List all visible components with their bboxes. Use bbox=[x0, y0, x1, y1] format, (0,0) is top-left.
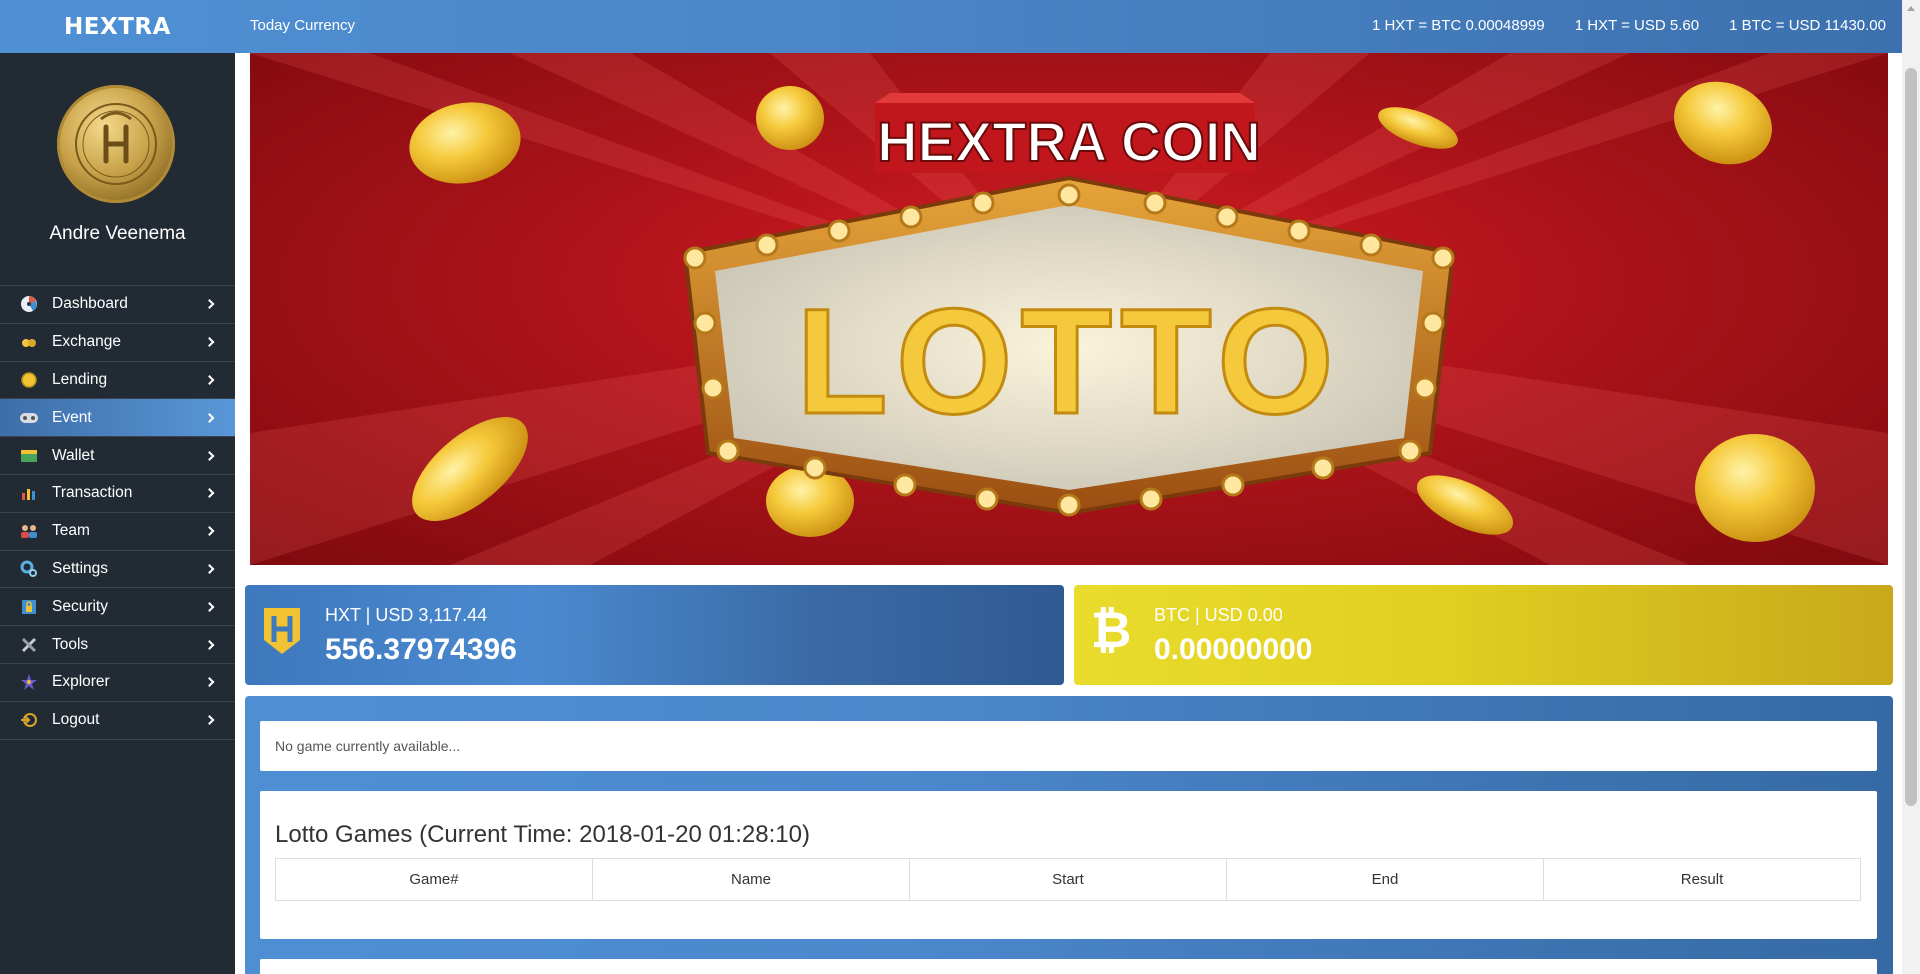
sidebar-item-label: Dashboard bbox=[52, 295, 128, 313]
hxt-balance-card[interactable]: HXT | USD 3,117.44 556.37974396 bbox=[245, 585, 1064, 685]
column-game-number[interactable]: Game# bbox=[275, 858, 593, 901]
sidebar-item-label: Settings bbox=[52, 559, 109, 577]
chevron-right-icon bbox=[204, 677, 215, 688]
chevron-right-icon bbox=[204, 601, 215, 612]
btc-balance-card[interactable]: ₿ BTC | USD 0.00 0.00000000 bbox=[1074, 585, 1893, 685]
today-currency-label: Today Currency bbox=[250, 17, 356, 34]
banner-headline: LOTTO bbox=[796, 277, 1342, 445]
sidebar-item-label: Tools bbox=[52, 635, 89, 653]
chevron-right-icon bbox=[204, 564, 215, 574]
chevron-right-icon bbox=[204, 412, 215, 423]
lotto-games-table: Game# Name Start End Result bbox=[275, 858, 1861, 901]
chevron-right-icon bbox=[204, 639, 215, 650]
sidebar-item-exchange[interactable]: Exchange bbox=[0, 324, 235, 362]
hextra-coin-avatar-icon bbox=[75, 103, 157, 185]
lotto-banner: HEXTRA COIN LOTTO bbox=[250, 53, 1888, 565]
scroll-up-arrow-icon[interactable] bbox=[1902, 0, 1920, 17]
column-result[interactable]: Result bbox=[1543, 858, 1861, 901]
sidebar-item-label: Exchange bbox=[52, 333, 121, 351]
sidebar-item-label: Logout bbox=[52, 711, 100, 729]
tools-icon bbox=[18, 634, 40, 656]
sidebar-item-wallet[interactable]: Wallet bbox=[0, 437, 235, 475]
svg-text:₿: ₿ bbox=[1091, 603, 1131, 657]
chevron-right-icon bbox=[204, 450, 215, 461]
sidebar-item-lending[interactable]: Lending bbox=[0, 362, 235, 400]
next-section-box bbox=[260, 959, 1877, 974]
chevron-right-icon bbox=[204, 526, 215, 537]
sidebar-item-label: Lending bbox=[52, 370, 108, 388]
logout-icon bbox=[18, 709, 40, 731]
chevron-right-icon bbox=[204, 375, 215, 385]
sidebar-item-dashboard[interactable]: Dashboard bbox=[0, 286, 235, 324]
bitcoin-icon: ₿ bbox=[1088, 603, 1134, 657]
user-name: Andre Veenema bbox=[49, 223, 186, 244]
event-icon bbox=[18, 407, 40, 429]
transaction-icon bbox=[18, 482, 40, 504]
avatar[interactable] bbox=[57, 85, 175, 203]
chevron-right-icon bbox=[204, 488, 215, 499]
rate-hxt-usd: 1 HXT = USD 5.60 bbox=[1574, 17, 1700, 34]
chevron-right-icon bbox=[204, 715, 215, 726]
team-icon bbox=[18, 520, 40, 542]
scroll-thumb[interactable] bbox=[1905, 68, 1917, 806]
sidebar: Andre Veenema Dashboard Exchange Lending bbox=[0, 53, 235, 974]
lotto-games-box: Lotto Games (Current Time: 2018-01-20 01… bbox=[260, 791, 1877, 939]
sidebar-item-explorer[interactable]: Explorer bbox=[0, 664, 235, 702]
sidebar-item-label: Security bbox=[52, 597, 108, 615]
column-end[interactable]: End bbox=[1226, 858, 1544, 901]
lending-icon bbox=[18, 369, 40, 391]
no-game-notice: No game currently available... bbox=[260, 721, 1877, 771]
hextra-logo-icon bbox=[259, 603, 305, 657]
column-name[interactable]: Name bbox=[592, 858, 910, 901]
wallet-icon bbox=[18, 445, 40, 467]
sidebar-item-label: Wallet bbox=[52, 446, 95, 464]
sidebar-item-logout[interactable]: Logout bbox=[0, 702, 235, 740]
sidebar-item-settings[interactable]: Settings bbox=[0, 551, 235, 589]
security-icon bbox=[18, 596, 40, 618]
sidebar-menu: Dashboard Exchange Lending Event Wallet … bbox=[0, 285, 235, 740]
sidebar-item-label: Transaction bbox=[52, 484, 133, 502]
sidebar-item-label: Explorer bbox=[52, 673, 110, 691]
explorer-icon bbox=[18, 671, 40, 693]
dashboard-icon bbox=[18, 293, 40, 315]
page-scrollbar[interactable] bbox=[1902, 0, 1920, 974]
hxt-balance-value: 556.37974396 bbox=[325, 633, 517, 666]
top-bar: HEXTRA Today Currency 1 HXT = BTC 0.0004… bbox=[0, 0, 1902, 53]
sidebar-item-security[interactable]: Security bbox=[0, 588, 235, 627]
btc-balance-title: BTC | USD 0.00 bbox=[1154, 605, 1283, 625]
column-start[interactable]: Start bbox=[909, 858, 1227, 901]
sidebar-item-event[interactable]: Event bbox=[0, 399, 235, 438]
lotto-panel: No game currently available... Lotto Gam… bbox=[245, 696, 1893, 974]
sidebar-item-team[interactable]: Team bbox=[0, 513, 235, 551]
lotto-banner-illustration: HEXTRA COIN LOTTO bbox=[250, 53, 1888, 565]
btc-balance-value: 0.00000000 bbox=[1154, 633, 1313, 666]
banner-title: HEXTRA COIN bbox=[877, 110, 1261, 173]
sidebar-item-label: Event bbox=[52, 408, 92, 426]
hxt-balance-title: HXT | USD 3,117.44 bbox=[325, 605, 488, 625]
chevron-right-icon bbox=[204, 337, 215, 348]
currency-rates: 1 HXT = BTC 0.00048999 1 HXT = USD 5.60 … bbox=[1372, 17, 1886, 34]
brand-logo[interactable]: HEXTRA bbox=[0, 0, 235, 53]
sidebar-item-label: Team bbox=[52, 522, 90, 540]
lotto-games-title: Lotto Games (Current Time: 2018-01-20 01… bbox=[275, 821, 810, 848]
rate-btc-usd: 1 BTC = USD 11430.00 bbox=[1729, 17, 1886, 34]
chevron-right-icon bbox=[204, 299, 215, 310]
settings-icon bbox=[18, 558, 40, 580]
table-header-row: Game# Name Start End Result bbox=[275, 858, 1861, 901]
exchange-icon bbox=[18, 331, 40, 353]
rate-hxt-btc: 1 HXT = BTC 0.00048999 bbox=[1371, 17, 1545, 34]
sidebar-item-transaction[interactable]: Transaction bbox=[0, 475, 235, 513]
sidebar-item-tools[interactable]: Tools bbox=[0, 626, 235, 664]
